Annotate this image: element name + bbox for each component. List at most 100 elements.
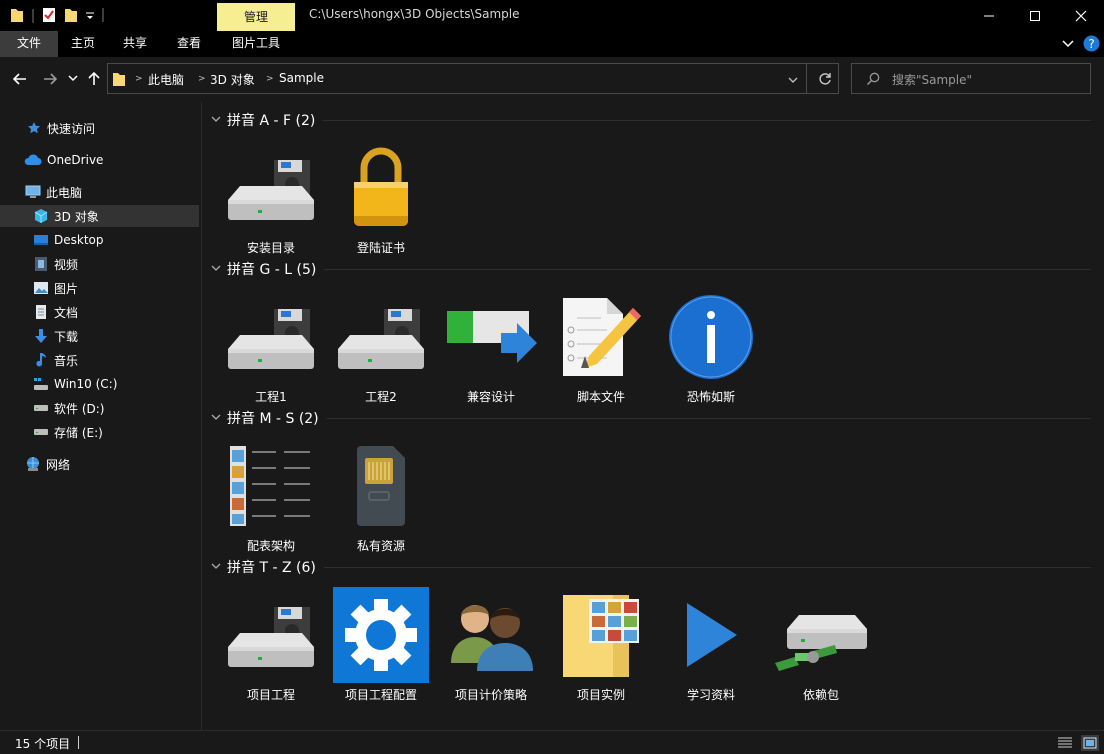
- file-item-install-dir[interactable]: 安装目录: [218, 139, 324, 265]
- sidebar-item-onedrive[interactable]: OneDrive: [0, 149, 199, 171]
- breadcrumb-3d-objects[interactable]: 3D 对象: [210, 71, 255, 88]
- forward-button[interactable]: [40, 69, 60, 89]
- file-item-project-2[interactable]: 工程2: [328, 288, 434, 414]
- address-row: > 此电脑 > 3D 对象 > Sample 搜索"Sample": [0, 57, 1104, 102]
- file-item-pricing-strategy[interactable]: 项目计价策略: [438, 586, 544, 712]
- close-button[interactable]: [1058, 0, 1104, 31]
- file-item-label: 兼容设计: [466, 390, 515, 404]
- details-view-button[interactable]: [1057, 736, 1073, 753]
- group-title: 拼音 G - L (5): [227, 262, 317, 278]
- up-button[interactable]: [84, 69, 104, 89]
- minimize-button[interactable]: [966, 0, 1012, 31]
- maximize-button[interactable]: [1012, 0, 1058, 31]
- breadcrumb-separator-icon[interactable]: >: [198, 74, 206, 84]
- back-button[interactable]: [10, 69, 30, 89]
- sidebar-item-documents[interactable]: 文档: [0, 301, 199, 323]
- new-folder-icon[interactable]: [64, 7, 78, 23]
- tab-home[interactable]: 主页: [58, 31, 108, 57]
- sidebar-item-videos[interactable]: 视频: [0, 253, 199, 275]
- tab-file[interactable]: 文件: [0, 31, 58, 57]
- tab-view[interactable]: 查看: [164, 31, 214, 57]
- large-icons-view-button[interactable]: [1081, 735, 1099, 751]
- breadcrumb-separator-icon[interactable]: >: [135, 74, 143, 84]
- file-item-dependencies[interactable]: 依赖包: [768, 586, 874, 712]
- picture-icon: [33, 280, 49, 296]
- file-item-compat-design[interactable]: 兼容设计: [438, 288, 544, 414]
- address-history-dropdown[interactable]: [788, 74, 798, 88]
- file-item-script-file[interactable]: 脚本文件: [548, 288, 654, 414]
- file-item-table-schema[interactable]: 配表架构: [218, 437, 324, 563]
- file-item-label: 项目实例: [576, 688, 625, 702]
- forward-arrow-icon: [44, 73, 57, 85]
- info-icon: [658, 288, 764, 386]
- refresh-button[interactable]: [818, 72, 832, 89]
- search-box[interactable]: 搜索"Sample": [851, 63, 1091, 94]
- file-item-login-certificate[interactable]: 登陆证书: [328, 139, 434, 265]
- chevron-down-icon: [211, 414, 221, 420]
- separator-icon: [30, 9, 36, 25]
- video-icon: [33, 256, 49, 272]
- sidebar-item-desktop[interactable]: Desktop: [0, 229, 199, 251]
- file-item-project-config[interactable]: 项目工程配置: [328, 586, 434, 712]
- chevron-down-icon: [211, 265, 221, 271]
- svg-text:?: ?: [1088, 37, 1094, 51]
- group-header-a-f[interactable]: 拼音 A - F (2): [211, 110, 1091, 130]
- tab-manage[interactable]: 管理: [217, 3, 295, 31]
- tab-share[interactable]: 共享: [110, 31, 160, 57]
- file-item-project-1[interactable]: 工程1: [218, 288, 324, 414]
- file-item-study-materials[interactable]: 学习资料: [658, 586, 764, 712]
- file-item-project-engineering[interactable]: 项目工程: [218, 586, 324, 712]
- file-item-label: 项目工程: [246, 688, 295, 702]
- play-icon: [658, 586, 764, 684]
- sidebar-item-quick-access[interactable]: 快速访问: [0, 117, 199, 139]
- image-list-icon: [218, 437, 324, 535]
- customize-quick-access-icon[interactable]: [85, 10, 95, 26]
- details-view-icon: [1058, 737, 1072, 748]
- sidebar-item-3d-objects[interactable]: 3D 对象: [0, 205, 199, 227]
- separator-icon: [101, 8, 105, 24]
- breadcrumb-separator-icon[interactable]: >: [266, 74, 274, 84]
- breadcrumb-sample[interactable]: Sample: [279, 71, 324, 85]
- chevron-down-icon: [788, 77, 798, 83]
- expand-ribbon-icon[interactable]: [1062, 38, 1074, 52]
- sidebar-item-music[interactable]: 音乐: [0, 349, 199, 371]
- properties-icon[interactable]: [42, 7, 56, 23]
- tab-picture-tools[interactable]: 图片工具: [222, 31, 290, 57]
- item-count: 15 个项目: [15, 737, 71, 751]
- navigation-pane: 快速访问 OneDrive 此电脑 3D 对象 Desktop 视频 图片 文档…: [0, 102, 202, 730]
- file-item-project-instance[interactable]: 项目实例: [548, 586, 654, 712]
- address-bar[interactable]: > 此电脑 > 3D 对象 > Sample: [107, 63, 839, 94]
- breadcrumb-this-pc[interactable]: 此电脑: [148, 71, 184, 88]
- group-header-m-s[interactable]: 拼音 M - S (2): [211, 408, 1091, 428]
- drive-icon: [328, 288, 434, 386]
- sidebar-item-label: 3D 对象: [54, 209, 99, 224]
- large-icons-view-icon: [1083, 737, 1097, 749]
- sidebar-item-drive-d[interactable]: 软件 (D:): [0, 397, 199, 419]
- padlock-icon: [328, 139, 434, 237]
- sidebar-item-label: 音乐: [54, 353, 79, 368]
- network-drive-icon: [768, 586, 874, 684]
- music-note-icon: [33, 352, 49, 368]
- file-item-info[interactable]: 恐怖如斯: [658, 288, 764, 414]
- help-icon[interactable]: ?: [1083, 35, 1100, 55]
- folder-icon[interactable]: [10, 7, 24, 23]
- chevron-down-icon: [68, 75, 78, 82]
- group-header-t-z[interactable]: 拼音 T - Z (6): [211, 557, 1091, 577]
- group-header-g-l[interactable]: 拼音 G - L (5): [211, 259, 1091, 279]
- file-item-private-resources[interactable]: 私有资源: [328, 437, 434, 563]
- document-icon: [33, 304, 49, 320]
- sidebar-item-drive-e[interactable]: 存储 (E:): [0, 421, 199, 443]
- sidebar-item-label: 此电脑: [46, 185, 83, 200]
- recent-locations-button[interactable]: [66, 69, 80, 89]
- divider: [806, 64, 807, 93]
- sidebar-item-network[interactable]: 网络: [0, 453, 199, 475]
- sidebar-item-downloads[interactable]: 下载: [0, 325, 199, 347]
- sidebar-item-this-pc[interactable]: 此电脑: [0, 181, 199, 203]
- sidebar-item-drive-c[interactable]: Win10 (C:): [0, 373, 199, 395]
- sidebar-item-pictures[interactable]: 图片: [0, 277, 199, 299]
- compatibility-arrow-icon: [438, 288, 544, 386]
- group-divider: [324, 268, 1091, 270]
- file-item-label: 项目计价策略: [454, 688, 527, 702]
- ribbon-tab-bar: 文件 主页 共享 查看 图片工具 ?: [0, 31, 1104, 57]
- sidebar-item-label: 图片: [54, 281, 79, 296]
